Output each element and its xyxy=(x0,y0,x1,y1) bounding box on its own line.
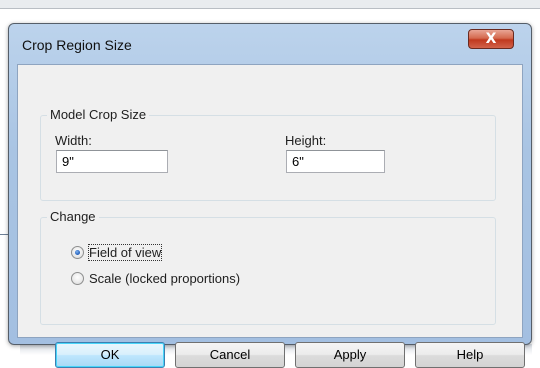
radio-button-unchecked[interactable] xyxy=(71,271,84,285)
radio-button-checked[interactable] xyxy=(71,245,84,259)
change-legend: Change xyxy=(47,209,99,224)
model-crop-size-legend: Model Crop Size xyxy=(47,107,150,122)
dialog-content: Model Crop Size Width: Height: Change Fi… xyxy=(17,64,525,368)
radio-scale-locked-proportions[interactable]: Scale (locked proportions) xyxy=(71,269,240,287)
help-button[interactable]: Help xyxy=(415,342,525,368)
close-button[interactable]: X xyxy=(468,29,514,49)
apply-button[interactable]: Apply xyxy=(295,342,405,368)
dialog-title-bar[interactable]: Crop Region Size X xyxy=(9,24,531,64)
cancel-button[interactable]: Cancel xyxy=(175,342,285,368)
dialog-title: Crop Region Size xyxy=(22,37,132,53)
radio-scale-label: Scale (locked proportions) xyxy=(89,270,241,286)
crop-region-size-dialog: Crop Region Size X Model Crop Size Width… xyxy=(8,23,532,368)
width-input[interactable] xyxy=(56,150,168,173)
background-window-edge xyxy=(0,0,540,9)
radio-field-of-view-label: Field of view xyxy=(87,243,163,261)
close-icon: X xyxy=(485,31,497,47)
height-input[interactable] xyxy=(286,150,385,173)
ok-button[interactable]: OK xyxy=(55,342,165,368)
radio-field-of-view[interactable]: Field of view xyxy=(71,243,163,261)
height-label: Height: xyxy=(285,133,327,148)
width-label: Width: xyxy=(55,133,92,148)
